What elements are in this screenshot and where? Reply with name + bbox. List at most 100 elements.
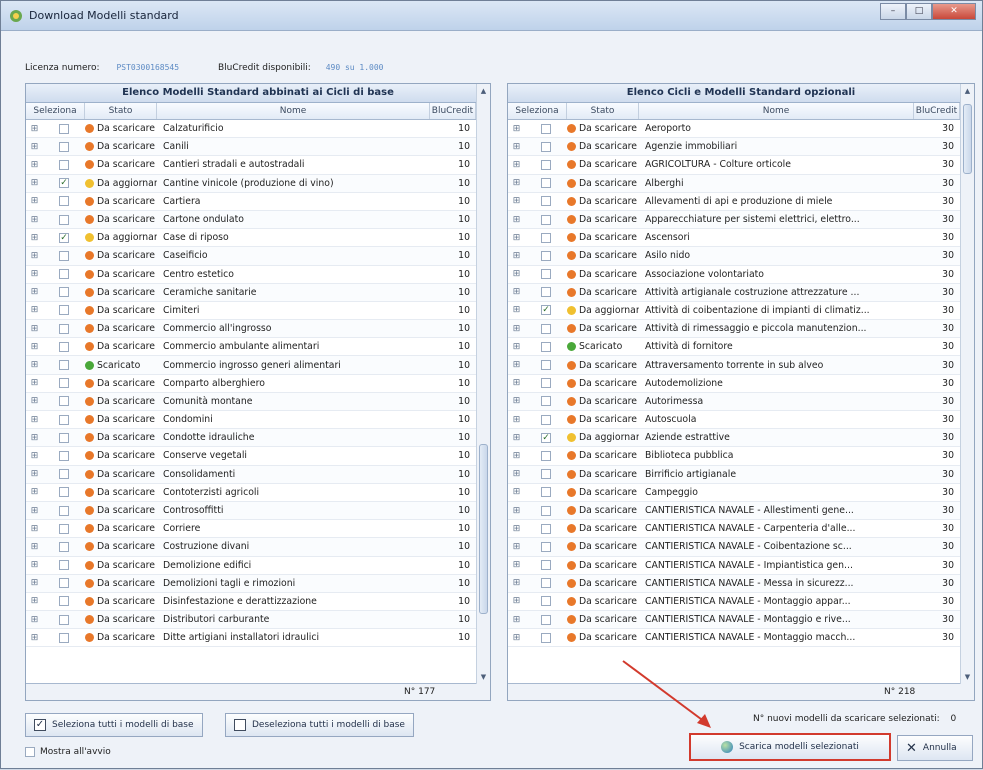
- expand-icon[interactable]: ⊞: [26, 396, 43, 406]
- expand-icon[interactable]: ⊞: [26, 506, 43, 516]
- deselect-all-button[interactable]: Deseleziona tutti i modelli di base: [225, 713, 414, 737]
- row-checkbox[interactable]: [59, 341, 69, 352]
- expand-icon[interactable]: ⊞: [26, 142, 43, 152]
- table-row[interactable]: ⊞ Da scaricare Cartone ondulato 10: [26, 210, 476, 230]
- row-checkbox[interactable]: [541, 269, 551, 280]
- table-row[interactable]: ⊞ Da scaricare Canili 10: [26, 138, 476, 157]
- row-checkbox[interactable]: [541, 378, 551, 389]
- row-checkbox[interactable]: [59, 323, 69, 334]
- row-checkbox[interactable]: [59, 196, 69, 207]
- row-checkbox[interactable]: [541, 141, 551, 152]
- table-row[interactable]: ⊞ Da scaricare Corriere 10: [26, 520, 476, 539]
- expand-icon[interactable]: ⊞: [26, 215, 43, 225]
- row-checkbox[interactable]: [541, 541, 551, 552]
- table-row[interactable]: ⊞ Da scaricare Centro estetico 10: [26, 266, 476, 284]
- row-checkbox[interactable]: [541, 596, 551, 607]
- expand-icon[interactable]: ⊞: [508, 360, 525, 370]
- expand-icon[interactable]: ⊞: [26, 269, 43, 279]
- expand-icon[interactable]: ⊞: [508, 560, 525, 570]
- expand-icon[interactable]: ⊞: [508, 124, 525, 134]
- row-checkbox[interactable]: [59, 250, 69, 261]
- expand-icon[interactable]: ⊞: [26, 433, 43, 443]
- table-row[interactable]: ⊞ Da scaricare Associazione volontariato 30: [508, 266, 960, 284]
- row-checkbox[interactable]: [541, 214, 551, 225]
- minimize-button[interactable]: –: [880, 3, 906, 20]
- expand-icon[interactable]: ⊞: [508, 451, 525, 461]
- cancel-button[interactable]: ✕ Annulla: [897, 735, 973, 761]
- expand-icon[interactable]: ⊞: [508, 215, 525, 225]
- table-row[interactable]: ⊞ Da scaricare Autodemolizione 30: [508, 375, 960, 393]
- expand-icon[interactable]: ⊞: [26, 160, 43, 170]
- row-checkbox[interactable]: [541, 323, 551, 334]
- table-row[interactable]: ⊞ Da scaricare Consolidamenti 10: [26, 465, 476, 484]
- table-row[interactable]: ⊞ Scaricato Attività di fornitore 30: [508, 338, 960, 357]
- expand-icon[interactable]: ⊞: [26, 360, 43, 370]
- expand-icon[interactable]: ⊞: [508, 487, 525, 497]
- table-row[interactable]: ⊞ Da scaricare Comunità montane 10: [26, 392, 476, 411]
- table-row[interactable]: ⊞ Da scaricare Disinfestazione e derattizz…: [26, 593, 476, 612]
- expand-icon[interactable]: ⊞: [26, 560, 43, 570]
- expand-icon[interactable]: ⊞: [508, 633, 525, 643]
- table-row[interactable]: ⊞ Da scaricare CANTIERISTICA NAVALE - Carp…: [508, 520, 960, 539]
- scroll-thumb[interactable]: [479, 444, 488, 614]
- row-checkbox[interactable]: [59, 396, 69, 407]
- row-checkbox[interactable]: ✓: [541, 305, 551, 316]
- row-checkbox[interactable]: [541, 250, 551, 261]
- table-row[interactable]: ⊞ Da scaricare Attività artigianale costru…: [508, 283, 960, 302]
- expand-icon[interactable]: ⊞: [26, 542, 43, 552]
- table-row[interactable]: ⊞ Da scaricare Asilo nido 30: [508, 247, 960, 266]
- expand-icon[interactable]: ⊞: [508, 415, 525, 425]
- table-row[interactable]: ⊞ Da scaricare CANTIERISTICA NAVALE - Mont…: [508, 593, 960, 612]
- table-row[interactable]: ⊞ Da scaricare Autoscuola 30: [508, 411, 960, 430]
- expand-icon[interactable]: ⊞: [26, 233, 43, 243]
- expand-icon[interactable]: ⊞: [26, 178, 43, 188]
- table-row[interactable]: ⊞ Da scaricare Alberghi 30: [508, 174, 960, 193]
- table-row[interactable]: ⊞ ✓ Da aggiornare Attività di coibentazione…: [508, 302, 960, 321]
- row-checkbox[interactable]: [541, 487, 551, 498]
- table-row[interactable]: ⊞ Da scaricare Distributori carburante 10: [26, 611, 476, 630]
- row-checkbox[interactable]: [59, 432, 69, 443]
- expand-icon[interactable]: ⊞: [26, 305, 43, 315]
- table-row[interactable]: ⊞ Da scaricare Ceramiche sanitarie 10: [26, 283, 476, 302]
- expand-icon[interactable]: ⊞: [508, 287, 525, 297]
- row-checkbox[interactable]: [59, 414, 69, 425]
- expand-icon[interactable]: ⊞: [508, 233, 525, 243]
- show-at-start-checkbox[interactable]: [25, 747, 35, 757]
- expand-icon[interactable]: ⊞: [508, 160, 525, 170]
- table-row[interactable]: ⊞ Da scaricare Cantieri stradali e autostr…: [26, 156, 476, 175]
- scroll-thumb[interactable]: [963, 104, 972, 174]
- maximize-button[interactable]: □: [906, 3, 932, 20]
- row-checkbox[interactable]: [541, 450, 551, 461]
- row-checkbox[interactable]: [541, 360, 551, 371]
- expand-icon[interactable]: ⊞: [508, 542, 525, 552]
- row-checkbox[interactable]: [59, 269, 69, 280]
- expand-icon[interactable]: ⊞: [26, 451, 43, 461]
- col-blucredit[interactable]: BluCredit: [914, 103, 960, 119]
- row-checkbox[interactable]: ✓: [59, 178, 69, 189]
- table-row[interactable]: ⊞ Da scaricare CANTIERISTICA NAVALE - Impi…: [508, 557, 960, 575]
- table-row[interactable]: ⊞ Da scaricare Cimiteri 10: [26, 302, 476, 321]
- expand-icon[interactable]: ⊞: [508, 178, 525, 188]
- row-checkbox[interactable]: [541, 287, 551, 298]
- expand-icon[interactable]: ⊞: [508, 469, 525, 479]
- expand-icon[interactable]: ⊞: [508, 524, 525, 534]
- row-checkbox[interactable]: [541, 159, 551, 170]
- row-checkbox[interactable]: [541, 123, 551, 134]
- expand-icon[interactable]: ⊞: [26, 487, 43, 497]
- row-checkbox[interactable]: [59, 378, 69, 389]
- row-checkbox[interactable]: [541, 560, 551, 571]
- table-row[interactable]: ⊞ Da scaricare Cartiera 10: [26, 193, 476, 211]
- table-row[interactable]: ⊞ Da scaricare Contoterzisti agricoli 10: [26, 484, 476, 502]
- expand-icon[interactable]: ⊞: [26, 196, 43, 206]
- row-checkbox[interactable]: [59, 578, 69, 589]
- expand-icon[interactable]: ⊞: [508, 142, 525, 152]
- expand-icon[interactable]: ⊞: [26, 469, 43, 479]
- expand-icon[interactable]: ⊞: [508, 396, 525, 406]
- row-checkbox[interactable]: [541, 396, 551, 407]
- row-checkbox[interactable]: [541, 505, 551, 516]
- row-checkbox[interactable]: [59, 123, 69, 134]
- row-checkbox[interactable]: [541, 178, 551, 189]
- row-checkbox[interactable]: ✓: [59, 232, 69, 243]
- row-checkbox[interactable]: [59, 287, 69, 298]
- table-row[interactable]: ⊞ Da scaricare Conserve vegetali 10: [26, 447, 476, 466]
